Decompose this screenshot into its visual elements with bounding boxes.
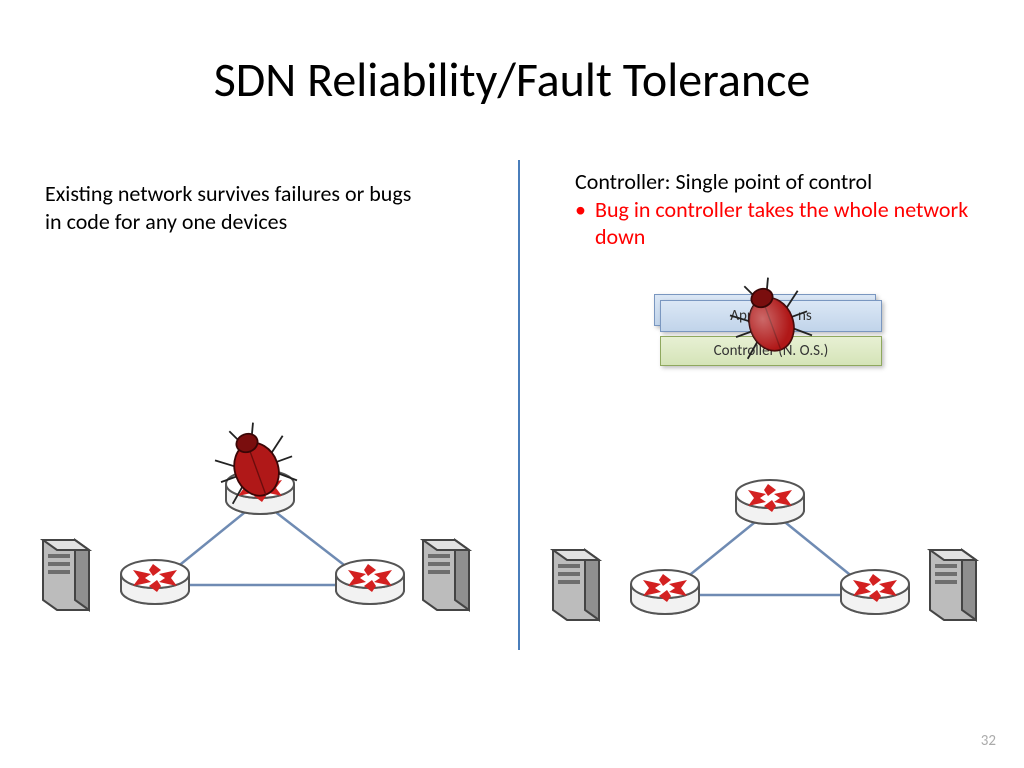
right-caption: Controller: Single point of control Bug … [575, 168, 975, 251]
left-caption: Existing network survives failures or bu… [45, 180, 425, 235]
router-icon [841, 570, 909, 614]
server-icon [553, 550, 599, 620]
router-icon [121, 560, 189, 604]
divider-line [518, 160, 520, 650]
bug-icon [725, 275, 815, 365]
bug-icon [210, 420, 300, 510]
right-network [545, 445, 995, 645]
router-icon [336, 560, 404, 604]
router-icon [631, 570, 699, 614]
server-icon [43, 540, 89, 610]
router-icon [736, 480, 804, 524]
server-icon [930, 550, 976, 620]
page-number: 32 [981, 732, 996, 750]
server-icon [423, 540, 469, 610]
slide-title: SDN Reliability/Fault Tolerance [0, 50, 1024, 109]
right-bullet: Bug in controller takes the whole networ… [575, 196, 975, 251]
right-heading: Controller: Single point of control [575, 168, 975, 196]
